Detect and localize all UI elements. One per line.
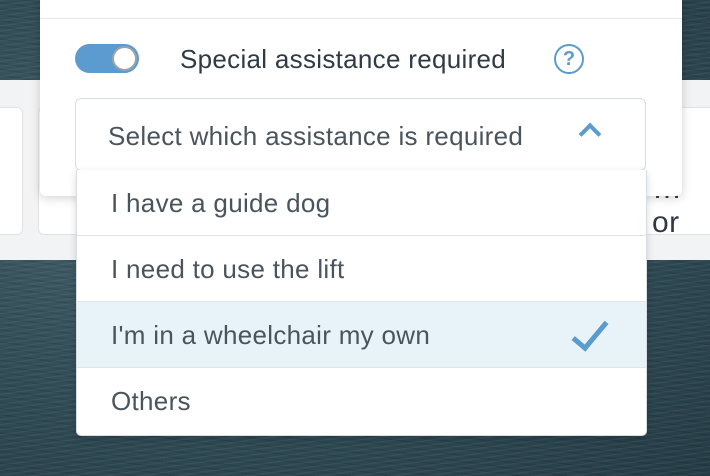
special-assistance-label: Special assistance required	[180, 44, 507, 74]
dropdown-option-label: I'm in a wheelchair my own	[111, 320, 431, 350]
dropdown-option[interactable]: Others	[77, 368, 646, 434]
assistance-select[interactable]: Select which assistance is required	[75, 98, 646, 171]
dropdown-option-selected[interactable]: I'm in a wheelchair my own	[77, 302, 646, 368]
dropdown-option-label: I have a guide dog	[111, 188, 331, 218]
chevron-up-icon	[578, 122, 602, 146]
assistance-dropdown: I have a guide dog I need to use the lif…	[76, 170, 647, 436]
toggle-knob	[112, 46, 137, 71]
check-icon	[571, 312, 609, 352]
dropdown-option[interactable]: I need to use the lift	[77, 236, 646, 302]
dropdown-option-label: Others	[111, 386, 191, 416]
modal-divider	[40, 18, 682, 19]
special-assistance-toggle[interactable]	[75, 44, 139, 73]
assistance-select-placeholder: Select which assistance is required	[108, 121, 524, 151]
dropdown-option[interactable]: I have a guide dog	[77, 170, 646, 236]
dropdown-option-label: I need to use the lift	[111, 254, 345, 284]
background-card	[0, 107, 23, 235]
question-circle-icon[interactable]: ?	[554, 44, 584, 74]
